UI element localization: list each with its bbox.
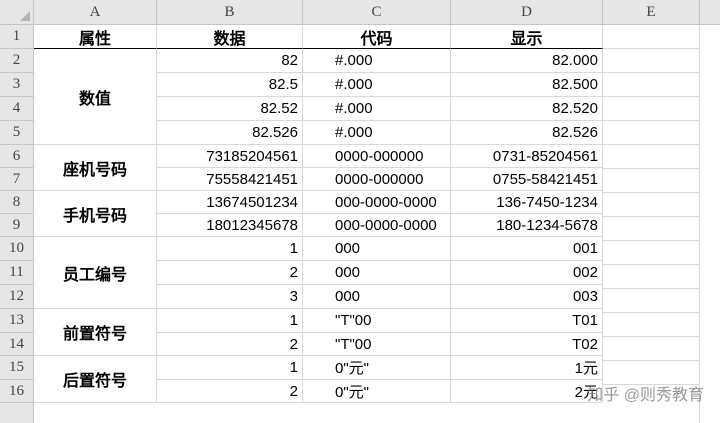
row-header-12[interactable]: 12 <box>0 285 34 309</box>
display-cell[interactable]: 0755-58421451 <box>451 168 603 191</box>
row-header-14[interactable]: 14 <box>0 333 34 356</box>
select-all-corner[interactable] <box>0 0 34 25</box>
row-header-11[interactable]: 11 <box>0 261 34 285</box>
display-cell[interactable]: 002 <box>451 261 603 285</box>
code-cell[interactable]: 0"元" <box>303 356 451 380</box>
column-header-a[interactable]: A <box>34 0 157 25</box>
code-cell[interactable]: 000 <box>303 285 451 309</box>
data-cell[interactable]: 82.526 <box>157 121 303 145</box>
row-header-13[interactable]: 13 <box>0 309 34 333</box>
data-cell[interactable]: 2 <box>157 380 303 403</box>
row-header-3[interactable]: 3 <box>0 73 34 97</box>
code-cell[interactable]: #.000 <box>303 97 451 121</box>
data-cell[interactable]: 1 <box>157 237 303 261</box>
display-cell[interactable]: 180-1234-5678 <box>451 214 603 237</box>
code-cell[interactable]: 0000-000000 <box>303 145 451 168</box>
data-cell[interactable]: 13674501234 <box>157 191 303 214</box>
code-cell[interactable]: 0000-000000 <box>303 168 451 191</box>
group-cell-suffix[interactable]: 后置符号 <box>34 356 157 403</box>
row-header-7[interactable]: 7 <box>0 168 34 191</box>
display-cell[interactable]: 82.000 <box>451 49 603 73</box>
row-header-5[interactable]: 5 <box>0 121 34 145</box>
row-header-8[interactable]: 8 <box>0 191 34 214</box>
column-header-b[interactable]: B <box>157 0 303 25</box>
code-cell[interactable]: 000 <box>303 237 451 261</box>
spreadsheet-grid: A B C D E 1 2 3 4 5 6 7 8 9 10 11 12 13 … <box>0 0 720 423</box>
row-header-10[interactable]: 10 <box>0 237 34 261</box>
code-cell[interactable]: #.000 <box>303 121 451 145</box>
header-cell-data[interactable]: 数据 <box>157 25 303 49</box>
watermark: 知乎 @则秀教育 <box>587 387 704 404</box>
code-cell[interactable]: "T"00 <box>303 309 451 333</box>
column-header-c[interactable]: C <box>303 0 451 25</box>
data-cell[interactable]: 2 <box>157 333 303 356</box>
header-cell-display[interactable]: 显示 <box>451 25 603 49</box>
display-cell[interactable]: 0731-85204561 <box>451 145 603 168</box>
row-header-6[interactable]: 6 <box>0 145 34 168</box>
display-cell[interactable]: 82.526 <box>451 121 603 145</box>
display-cell[interactable]: 001 <box>451 237 603 261</box>
data-cell[interactable]: 3 <box>157 285 303 309</box>
data-cell[interactable]: 73185204561 <box>157 145 303 168</box>
row-header-4[interactable]: 4 <box>0 97 34 121</box>
code-cell[interactable]: 000-0000-0000 <box>303 214 451 237</box>
data-cell[interactable]: 82 <box>157 49 303 73</box>
data-cell[interactable]: 1 <box>157 356 303 380</box>
display-cell[interactable]: 2元 <box>451 380 603 403</box>
header-cell-attr[interactable]: 属性 <box>34 25 157 49</box>
row-header-17[interactable] <box>0 403 34 423</box>
display-cell[interactable]: 136-7450-1234 <box>451 191 603 214</box>
display-cell[interactable]: 003 <box>451 285 603 309</box>
display-cell[interactable]: 1元 <box>451 356 603 380</box>
data-cell[interactable]: 82.52 <box>157 97 303 121</box>
display-cell[interactable]: T02 <box>451 333 603 356</box>
data-cell[interactable]: 82.5 <box>157 73 303 97</box>
group-cell-mobile[interactable]: 手机号码 <box>34 191 157 237</box>
column-header-f[interactable] <box>700 0 720 25</box>
code-cell[interactable]: #.000 <box>303 49 451 73</box>
code-cell[interactable]: "T"00 <box>303 333 451 356</box>
group-cell-landline[interactable]: 座机号码 <box>34 145 157 191</box>
code-cell[interactable]: 000-0000-0000 <box>303 191 451 214</box>
code-cell[interactable]: 0"元" <box>303 380 451 403</box>
row-header-15[interactable]: 15 <box>0 356 34 380</box>
data-cell[interactable]: 1 <box>157 309 303 333</box>
data-cell[interactable]: 75558421451 <box>157 168 303 191</box>
empty-column-e[interactable] <box>603 25 700 403</box>
group-cell-employee-id[interactable]: 员工编号 <box>34 237 157 309</box>
row-header-2[interactable]: 2 <box>0 49 34 73</box>
code-cell[interactable]: 000 <box>303 261 451 285</box>
data-cell[interactable]: 2 <box>157 261 303 285</box>
display-cell[interactable]: T01 <box>451 309 603 333</box>
row-header-9[interactable]: 9 <box>0 214 34 237</box>
display-cell[interactable]: 82.520 <box>451 97 603 121</box>
group-cell-numeric[interactable]: 数值 <box>34 49 157 145</box>
row-header-16[interactable]: 16 <box>0 380 34 403</box>
empty-row-17[interactable] <box>34 403 700 423</box>
header-cell-code[interactable]: 代码 <box>303 25 451 49</box>
display-cell[interactable]: 82.500 <box>451 73 603 97</box>
code-cell[interactable]: #.000 <box>303 73 451 97</box>
column-header-d[interactable]: D <box>451 0 603 25</box>
select-all-triangle-icon <box>20 11 30 21</box>
row-header-1[interactable]: 1 <box>0 25 34 49</box>
data-cell[interactable]: 18012345678 <box>157 214 303 237</box>
group-cell-prefix[interactable]: 前置符号 <box>34 309 157 356</box>
column-header-e[interactable]: E <box>603 0 700 25</box>
